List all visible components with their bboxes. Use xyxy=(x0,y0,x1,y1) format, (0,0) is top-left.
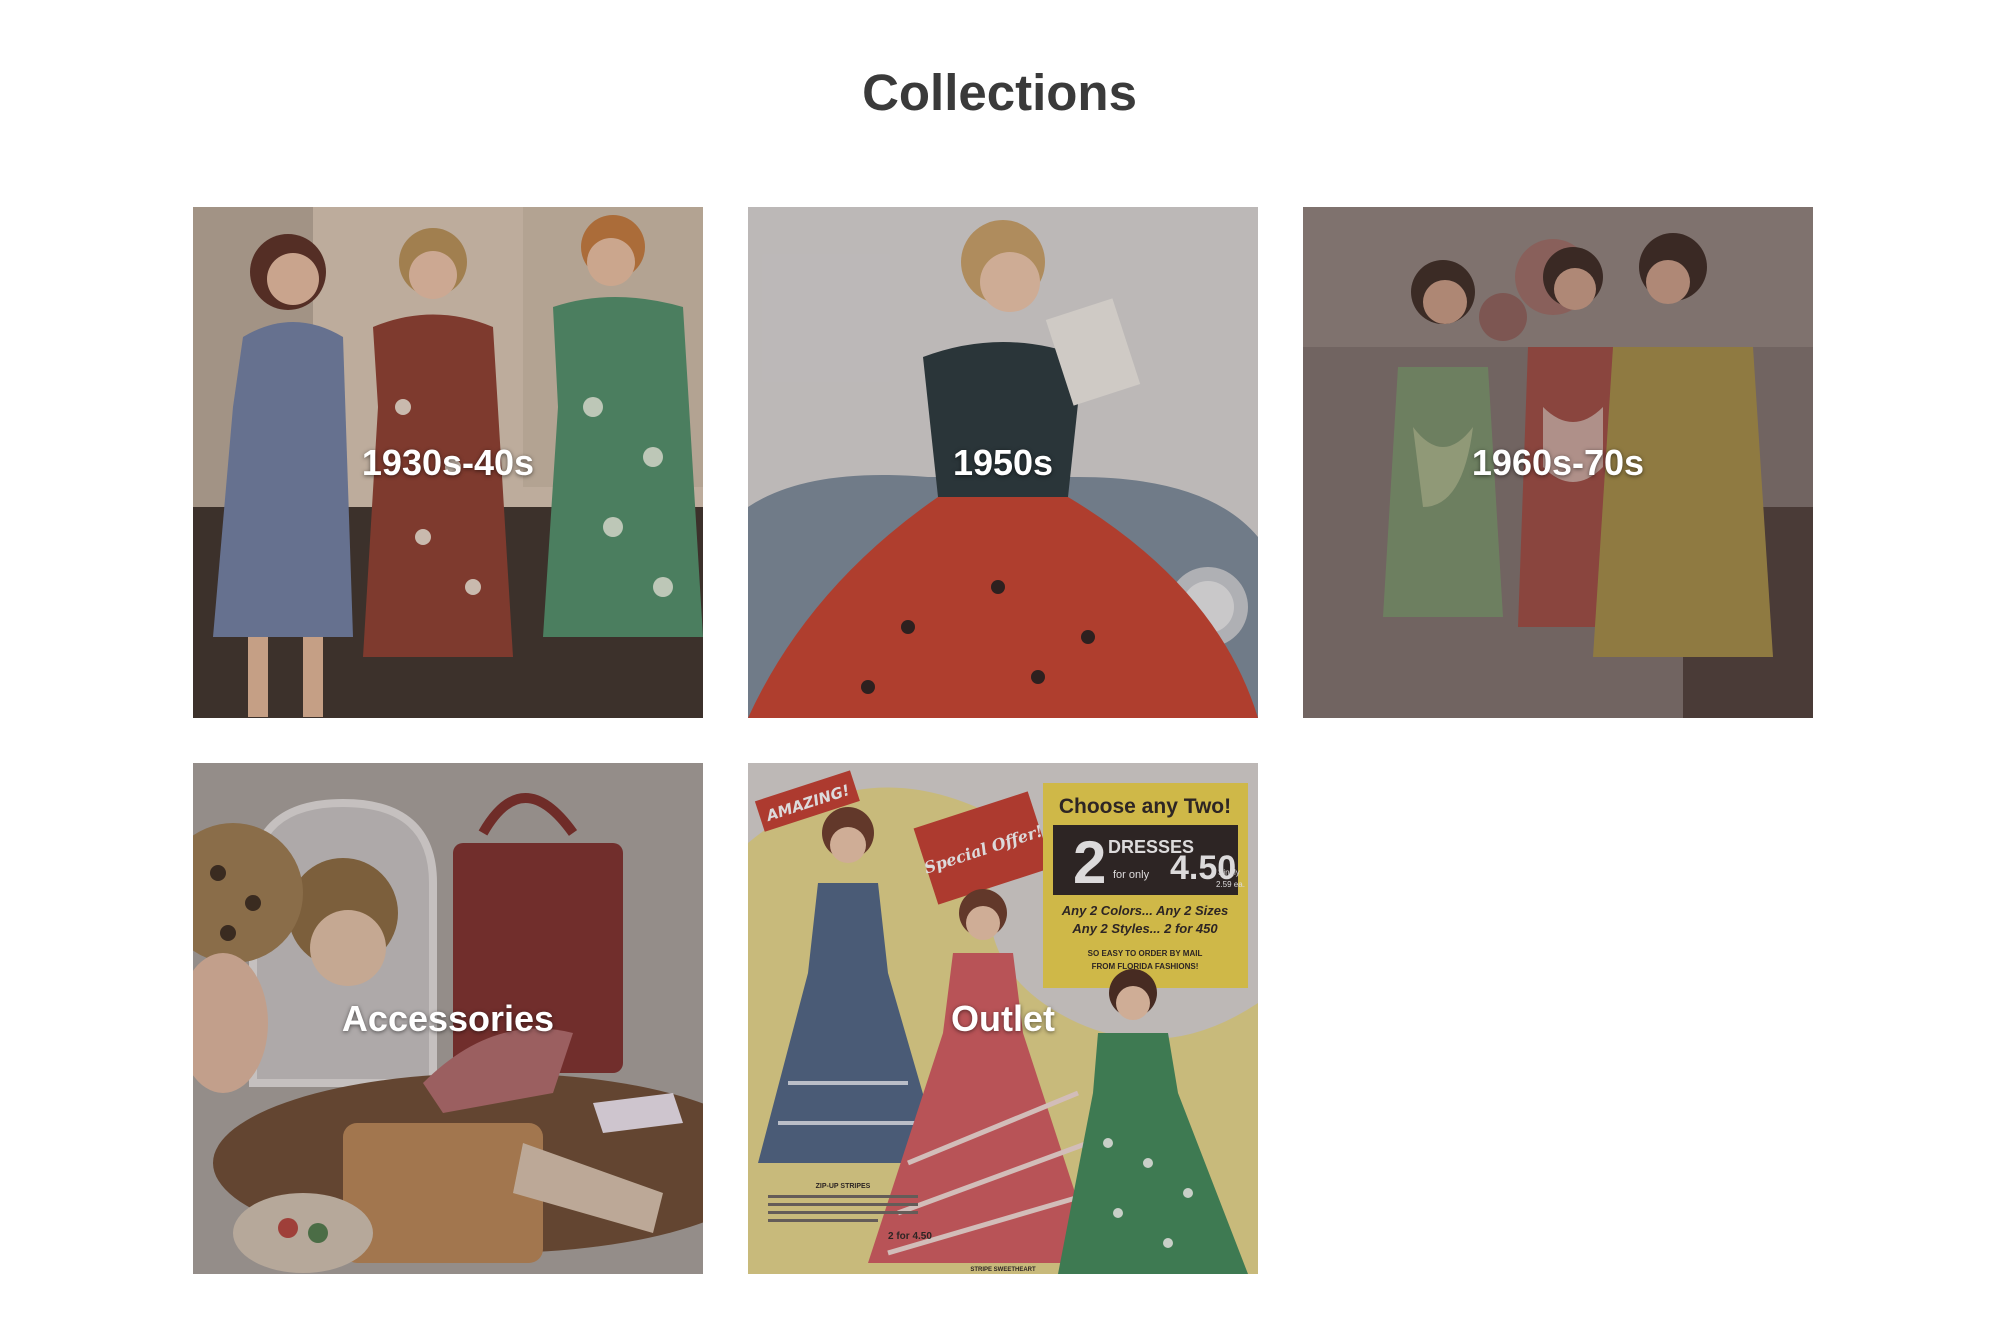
page-title: Collections xyxy=(862,64,1137,121)
collection-label: Outlet xyxy=(951,997,1055,1039)
collection-tile-accessories[interactable]: Accessories xyxy=(193,763,703,1274)
collection-label: Accessories xyxy=(341,997,555,1039)
collection-label: 1960s-70s xyxy=(1471,441,1645,483)
collection-tile-outlet[interactable]: AMAZING! Special Offer! Choose any Two! … xyxy=(748,763,1258,1274)
collection-tile-1950s[interactable]: 1950s xyxy=(748,207,1258,718)
collection-tile-1930s-40s[interactable]: 1930s-40s xyxy=(193,207,703,718)
collection-label: 1950s xyxy=(952,441,1054,483)
collection-tile-1960s-70s[interactable]: 1960s-70s xyxy=(1303,207,1813,718)
collection-label: 1930s-40s xyxy=(361,441,535,483)
